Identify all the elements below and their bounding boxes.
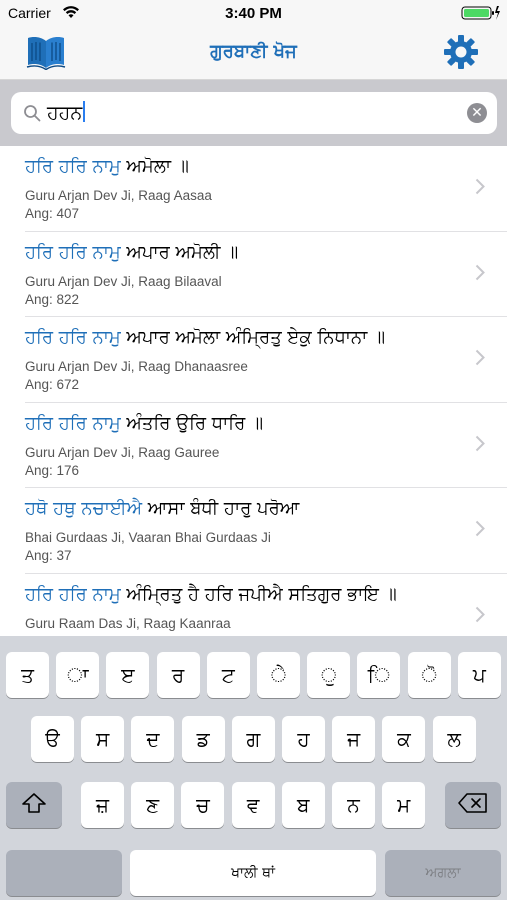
key-row3[interactable]: ਜ਼ xyxy=(81,782,124,828)
space-key[interactable]: ਖਾਲੀ ਥਾਂ xyxy=(130,850,376,896)
chevron-right-icon xyxy=(475,520,485,541)
author-raag: Guru Raam Das Ji, Raag Kaanraa xyxy=(25,615,231,631)
key-row2[interactable]: ਜ xyxy=(332,716,376,762)
key-row1[interactable]: ਿ xyxy=(357,652,401,698)
matched-words: ਹਰਿ ਹਰਿ ਨਾਮੁ xyxy=(25,583,121,605)
line-rest: ਅਪਾਰ ਅਮੋਲਾ ਅੰਮ੍ਰਿਤੁ ਏਕੁ ਨਿਧਾਨਾ ॥ xyxy=(120,327,386,348)
line-rest: ਅਮੋਲਾ ॥ xyxy=(120,156,189,177)
clock: 3:40 PM xyxy=(225,5,282,22)
author-raag: Guru Arjan Dev Ji, Raag Bilaaval xyxy=(25,273,222,289)
backspace-key[interactable] xyxy=(445,782,501,828)
gurbani-line: ਹਥੋ ਹਥੁ ਨਚਾਈਐ ਆਸਾ ਬੰਧੀ ਹਾਰੁ ਪਰੋਆ xyxy=(25,498,299,519)
result-row[interactable]: ਹਰਿ ਹਰਿ ਨਾਮੁ ਅੰਮ੍ਰਿਤੁ ਹੈ ਹਰਿ ਜਪੀਐ ਸਤਿਗੁਰ… xyxy=(25,574,507,637)
backspace-icon xyxy=(458,792,488,819)
chevron-right-icon xyxy=(475,435,485,456)
result-row[interactable]: ਹਥੋ ਹਥੁ ਨਚਾਈਐ ਆਸਾ ਬੰਧੀ ਹਾਰੁ ਪਰੋਆ Bhai Gur… xyxy=(25,488,507,574)
author-raag: Guru Arjan Dev Ji, Raag Aasaa xyxy=(25,188,212,203)
page-title: ਗੁਰਬਾਣੀ ਖੋਜ xyxy=(210,41,297,62)
battery-icon xyxy=(461,5,501,25)
result-row[interactable]: ਹਰਿ ਹਰਿ ਨਾਮੁ ਅਪਾਰ ਅਮੋਲੀ ॥ Guru Arjan Dev … xyxy=(25,232,507,317)
key-row3[interactable]: ਵ xyxy=(231,782,275,828)
key-row3[interactable]: ਣ xyxy=(131,782,175,828)
chevron-right-icon xyxy=(475,606,485,627)
matched-words: ਹਰਿ ਹਰਿ ਨਾਮੁ xyxy=(25,327,121,348)
key-row1[interactable]: ਪ xyxy=(457,652,501,698)
key-row3[interactable]: ਮ xyxy=(382,782,426,828)
key-row1[interactable]: ਟ xyxy=(206,652,250,698)
result-row[interactable]: ਹਰਿ ਹਰਿ ਨਾਮੁ ਅੰਤਰਿ ਉਰਿ ਧਾਰਿ ॥ Guru Arjan … xyxy=(25,403,507,488)
ang-number: Ang: 37 xyxy=(25,548,72,563)
next-key[interactable]: ਅਗਲਾ xyxy=(385,850,501,896)
keyboard: ਤਾ ੲ ਰ ਟੇੁਿੋ ਪ ੳ ਸ ਦ ਡ ਗ ਹ ਜ ਕ ਲ ਜ਼ ਣ ਚ ਵ ਬ ਨ ਮ ਖਾਲੀ ਥਾਂ ਅਗਲਾ xyxy=(0,636,507,900)
result-row[interactable]: ਹਰਿ ਹਰਿ ਨਾਮੁ ਅਮੋਲਾ ॥ Guru Arjan Dev Ji, R… xyxy=(25,146,507,232)
key-row1[interactable]: ਤ xyxy=(6,652,49,698)
matched-words: ਹਰਿ ਹਰਿ ਨਾਮੁ xyxy=(25,241,121,263)
ang-number: Ang: 672 xyxy=(25,377,80,392)
key-row3[interactable]: ਬ xyxy=(281,782,325,828)
result-row[interactable]: ਹਰਿ ਹਰਿ ਨਾਮੁ ਅਪਾਰ ਅਮੋਲਾ ਅੰਮ੍ਰਿਤੁ ਏਕੁ ਨਿਧ… xyxy=(25,317,507,403)
chevron-right-icon xyxy=(475,264,485,285)
key-row3[interactable]: ਚ xyxy=(181,782,225,828)
search-bar: ਹਹਨ ✕ xyxy=(0,80,507,146)
clear-icon[interactable]: ✕ xyxy=(467,103,487,123)
key-row1[interactable]: ੲ xyxy=(106,652,150,698)
gurbani-line: ਹਰਿ ਹਰਿ ਨਾਮੁ ਅਪਾਰ ਅਮੋਲੀ ॥ xyxy=(25,242,238,263)
author-raag: Guru Arjan Dev Ji, Raag Gauree xyxy=(25,444,220,460)
ang-number: Ang: 176 xyxy=(25,462,80,478)
author-raag: Bhai Gurdaas Ji, Vaaran Bhai Gurdaas Ji xyxy=(25,530,271,545)
status-bar: Carrier 3:40 PM xyxy=(0,0,507,26)
ang-number: Ang: 407 xyxy=(25,206,80,221)
gurbani-line: ਹਰਿ ਹਰਿ ਨਾਮੁ ਅਪਾਰ ਅਮੋਲਾ ਅੰਮ੍ਰਿਤੁ ਏਕੁ ਨਿਧ… xyxy=(25,327,385,348)
key-row1[interactable]: ੁ xyxy=(307,652,351,698)
matched-words: ਹਰਿ ਹਰਿ ਨਾਮੁ xyxy=(25,156,121,177)
chevron-right-icon xyxy=(475,349,485,370)
key-row1[interactable]: ੋ xyxy=(407,652,451,698)
results-list: ਹਰਿ ਹਰਿ ਨਾਮੁ ਅਮੋਲਾ ॥ Guru Arjan Dev Ji, R… xyxy=(0,146,507,636)
gurbani-line: ਹਰਿ ਹਰਿ ਨਾਮੁ ਅੰਮ੍ਰਿਤੁ ਹੈ ਹਰਿ ਜਪੀਐ ਸਤਿਗੁਰ… xyxy=(25,584,397,605)
gear-icon[interactable] xyxy=(443,34,479,74)
search-query: ਹਹਨ xyxy=(47,101,86,124)
line-rest: ਆਸਾ ਬੰਧੀ ਹਾਰੁ ਪਰੋਆ xyxy=(142,498,300,519)
matched-words: ਹਰਿ ਹਰਿ ਨਾਮੁ xyxy=(25,412,121,434)
key-row2[interactable]: ਗ xyxy=(231,716,275,762)
key-row1[interactable]: ਰ xyxy=(156,652,200,698)
author-raag: Guru Arjan Dev Ji, Raag Dhanaasree xyxy=(25,359,248,374)
line-rest: ਅੰਤਰਿ ਉਰਿ ਧਾਰਿ ॥ xyxy=(120,412,264,434)
key-row3[interactable]: ਨ xyxy=(332,782,375,828)
search-input[interactable]: ਹਹਨ ✕ xyxy=(11,92,497,134)
key-row2[interactable]: ੳ xyxy=(31,716,74,762)
globe-key[interactable] xyxy=(6,850,122,896)
key-row2[interactable]: ਦ xyxy=(131,716,175,762)
key-row2[interactable]: ਡ xyxy=(181,716,225,762)
matched-words: ਹਥੋ ਹਥੁ ਨਚਾਈਐ xyxy=(25,498,143,519)
key-row2[interactable]: ਸ xyxy=(81,716,125,762)
nav-bar: ਗੁਰਬਾਣੀ ਖੋਜ xyxy=(0,26,507,80)
gurbani-line: ਹਰਿ ਹਰਿ ਨਾਮੁ ਅਮੋਲਾ ॥ xyxy=(25,156,189,177)
line-rest: ਅੰਮ੍ਰਿਤੁ ਹੈ ਹਰਿ ਜਪੀਐ ਸਤਿਗੁਰ ਭਾਇ ॥ xyxy=(120,583,397,605)
shift-key[interactable] xyxy=(6,782,62,828)
key-row2[interactable]: ਲ xyxy=(432,716,476,762)
line-rest: ਅਪਾਰ ਅਮੋਲੀ ॥ xyxy=(120,241,239,263)
search-icon xyxy=(23,104,41,126)
key-row1[interactable]: ਾ xyxy=(56,652,100,698)
chevron-right-icon xyxy=(475,178,485,199)
shift-icon xyxy=(21,792,47,819)
key-row2[interactable]: ਹ xyxy=(282,716,325,762)
gurbani-line: ਹਰਿ ਹਰਿ ਨਾਮੁ ਅੰਤਰਿ ਉਰਿ ਧਾਰਿ ॥ xyxy=(25,413,263,434)
key-row2[interactable]: ਕ xyxy=(382,716,426,762)
ang-number: Ang: 822 xyxy=(25,291,80,307)
key-row1[interactable]: ੇ xyxy=(257,652,300,698)
